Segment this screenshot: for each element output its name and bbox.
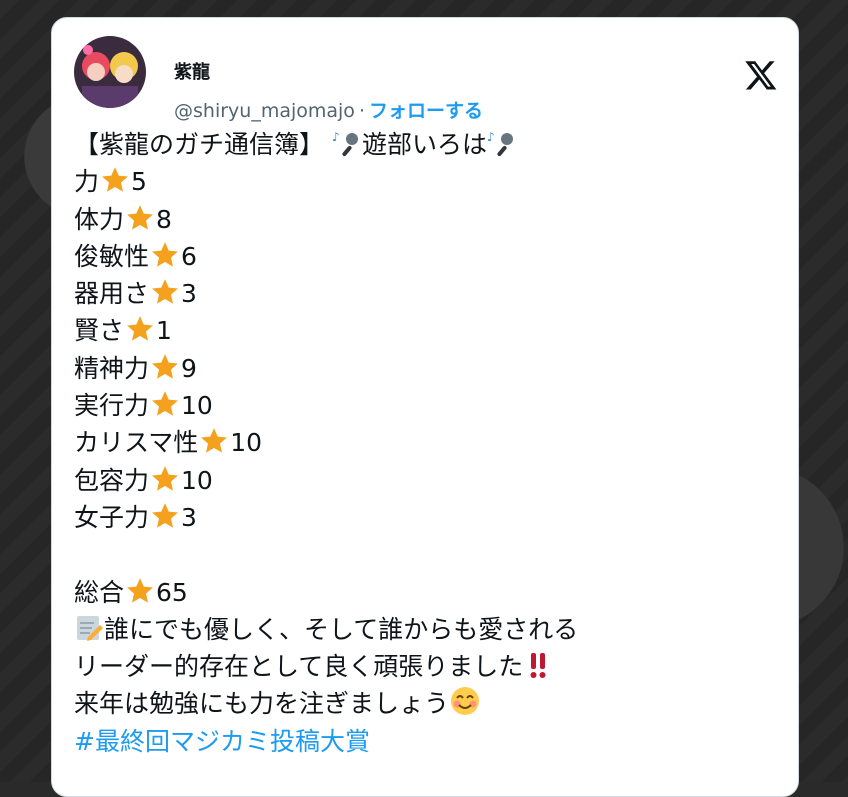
embedded-post-card: 紫龍 @shiryu_majomajo · フォローする 【紫龍のガチ通信簿】 ♪ … xyxy=(51,17,799,797)
stat-label: 精神力 xyxy=(74,353,150,383)
stat-value: 6 xyxy=(181,241,197,271)
star-icon xyxy=(150,277,180,307)
stat-value: 8 xyxy=(156,204,172,234)
comment-text: リーダー的存在として良く頑張りました xyxy=(74,652,524,682)
stat-row: 実行力 10 xyxy=(74,387,774,424)
avatar[interactable] xyxy=(74,36,146,108)
double-exclamation-icon xyxy=(523,650,553,680)
stat-label: 力 xyxy=(74,167,100,197)
stat-row: カリスマ性 10 xyxy=(74,424,774,461)
svg-text:♪: ♪ xyxy=(487,130,495,144)
star-icon xyxy=(125,576,155,606)
star-icon xyxy=(125,203,155,233)
author-handle-row: @shiryu_majomajo · フォローする xyxy=(174,96,483,123)
stat-value: 10 xyxy=(230,428,263,458)
total-value: 65 xyxy=(156,577,188,607)
hashtag-link[interactable]: #最終回マジカミ投稿大賞 xyxy=(74,727,370,756)
stat-value: 5 xyxy=(131,167,147,197)
microphone-notes-icon: ♪ xyxy=(332,128,362,158)
total-line: 総合 65 xyxy=(74,574,774,611)
hashtag-line: #最終回マジカミ投稿大賞 xyxy=(74,723,774,760)
star-icon xyxy=(199,426,229,456)
x-logo-icon[interactable] xyxy=(744,58,778,92)
comment-text: 誰にでも優しく、そして誰からも愛される xyxy=(104,614,579,644)
stat-row: 俊敏性 6 xyxy=(74,238,774,275)
follow-button[interactable]: フォローする xyxy=(369,100,483,122)
author-name[interactable]: 紫龍 xyxy=(174,58,210,84)
title-text: 【紫龍のガチ通信簿】 xyxy=(74,130,325,159)
stat-value: 3 xyxy=(181,502,197,532)
memo-icon xyxy=(74,613,104,643)
star-icon xyxy=(150,501,180,531)
stat-value: 10 xyxy=(181,391,213,421)
comment-text: 来年は勉強にも力を注ぎましょう xyxy=(74,689,450,719)
svg-text:♪: ♪ xyxy=(332,130,340,144)
stat-label: 包容力 xyxy=(74,465,150,495)
post-body: 【紫龍のガチ通信簿】 ♪ 遊部いろは ♪ 力 5 体力 8 俊敏性 6 器用さ 3 賢さ 1 精神力… xyxy=(74,126,774,760)
star-icon xyxy=(150,389,180,419)
stat-row: 女子力 3 xyxy=(74,499,774,536)
stat-label: カリスマ性 xyxy=(74,428,199,458)
stat-label: 器用さ xyxy=(74,279,150,309)
stat-row: 精神力 9 xyxy=(74,350,774,387)
comment-line-1: 誰にでも優しく、そして誰からも愛される xyxy=(74,611,774,648)
stat-value: 3 xyxy=(181,279,197,309)
stat-value: 9 xyxy=(181,353,197,383)
stat-label: 俊敏性 xyxy=(74,241,150,271)
separator-dot: · xyxy=(358,100,365,122)
stat-label: 女子力 xyxy=(74,502,150,532)
stat-row: 包容力 10 xyxy=(74,462,774,499)
stat-row: 力5 xyxy=(74,163,774,200)
comment-line-3: 来年は勉強にも力を注ぎましょう xyxy=(74,685,774,722)
stat-row: 器用さ 3 xyxy=(74,275,774,312)
comment-line-2: リーダー的存在として良く頑張りました xyxy=(74,648,774,685)
subject-name: 遊部いろは xyxy=(361,130,487,159)
star-icon xyxy=(150,464,180,494)
star-icon xyxy=(150,240,180,270)
star-icon xyxy=(150,352,180,382)
title-line: 【紫龍のガチ通信簿】 ♪ 遊部いろは ♪ xyxy=(74,126,774,163)
star-icon xyxy=(125,314,155,344)
stat-value: 1 xyxy=(156,316,172,346)
stat-label: 実行力 xyxy=(74,391,150,421)
post-header: 紫龍 @shiryu_majomajo · フォローする xyxy=(74,36,778,122)
stat-value: 10 xyxy=(181,465,213,495)
stat-label: 体力 xyxy=(74,204,125,234)
microphone-notes-icon: ♪ xyxy=(487,128,517,158)
smiling-face-icon xyxy=(449,685,480,716)
total-label: 総合 xyxy=(74,577,125,607)
stat-row: 体力 8 xyxy=(74,201,774,238)
stats-list: 力 5 体力 8 俊敏性 6 器用さ 3 賢さ 1 精神力 9 実行力 10 カリスマ性 10 包容力 10 女子力… xyxy=(74,163,774,536)
stat-row: 賢さ 1 xyxy=(74,312,774,349)
stat-label: 賢さ xyxy=(74,316,125,346)
author-handle[interactable]: @shiryu_majomajo xyxy=(174,100,355,122)
star-icon xyxy=(100,165,130,195)
